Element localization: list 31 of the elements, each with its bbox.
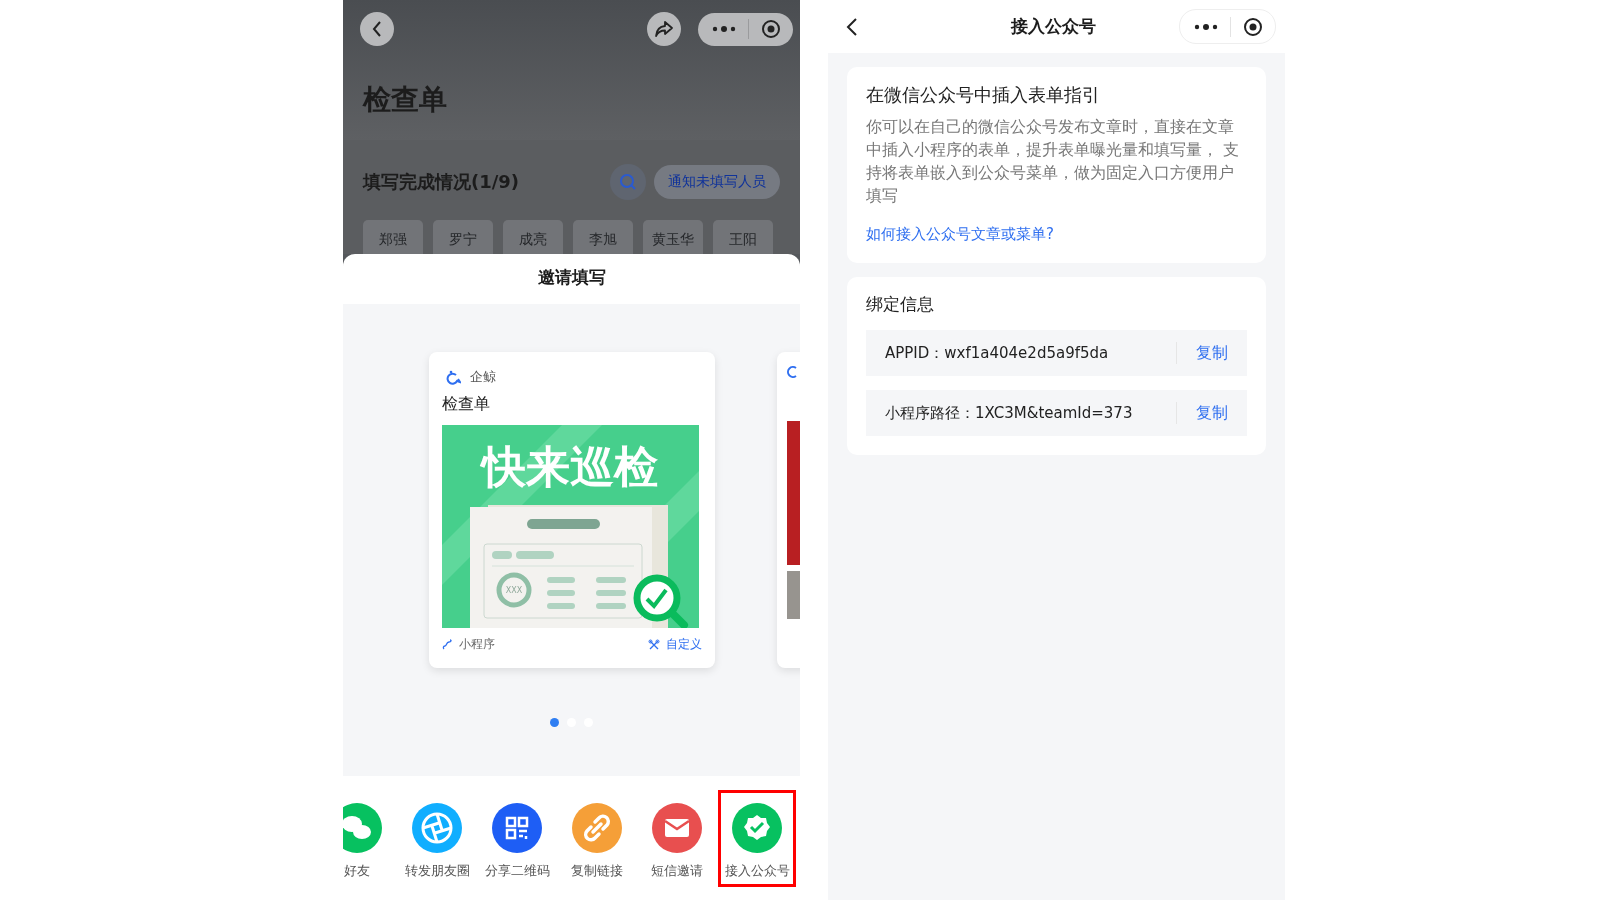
progress-title: 填写完成情况(1/9) bbox=[363, 170, 520, 194]
share-option[interactable]: 复制链接 bbox=[558, 790, 636, 887]
binding-title: 绑定信息 bbox=[866, 293, 935, 316]
share-option[interactable]: 转发朋友圈 bbox=[398, 790, 476, 887]
card-title: 检查单 bbox=[442, 394, 491, 415]
guide-title: 在微信公众号中插入表单指引 bbox=[866, 83, 1101, 107]
type-label: 小程序 bbox=[459, 636, 495, 653]
share-option[interactable]: 分享二维码 bbox=[478, 790, 556, 887]
customize-link[interactable]: 自定义 bbox=[666, 636, 702, 653]
member-chip[interactable]: 郑强 bbox=[363, 220, 423, 254]
sheet-title: 邀请填写 bbox=[536, 266, 607, 289]
binding-value: APPID：wxf1a404e2d5a9f5da bbox=[885, 343, 1110, 363]
copy-button[interactable]: 复制 bbox=[1196, 402, 1228, 424]
help-link[interactable]: 如何接入公众号文章或菜单? bbox=[866, 225, 1247, 244]
notify-button[interactable]: 通知未填写人员 bbox=[654, 165, 780, 199]
nav-title: 接入公众号 bbox=[1009, 15, 1097, 38]
brand-name: 企鲸 bbox=[470, 368, 496, 386]
share-option[interactable]: 好友 bbox=[343, 790, 396, 887]
guide-text: 你可以在自己的微信公众号发布文章时，直接在文章中插入小程序的表单，提升表单曝光量和填写量， 支持将表单嵌入到公众号菜单，做为固定入口方便用户填写 bbox=[866, 116, 1241, 207]
binding-value: 小程序路径：1XC3M&teamId=373 bbox=[885, 403, 1134, 423]
inspection-poster-drawing: 快来巡检 XXX bbox=[442, 425, 699, 628]
share-card[interactable]: 企鲸 检查单 快来巡检 XXX 小程序 自定义 bbox=[429, 352, 715, 668]
copy-button[interactable]: 复制 bbox=[1196, 342, 1228, 364]
share-option[interactable]: 接入公众号 bbox=[718, 790, 796, 887]
member-chip[interactable]: 罗宁 bbox=[433, 220, 493, 254]
member-chip[interactable]: 李旭 bbox=[573, 220, 633, 254]
share-option[interactable]: 短信邀请 bbox=[638, 790, 716, 887]
page-title: 检查单 bbox=[361, 82, 448, 118]
member-chip[interactable]: 成亮 bbox=[503, 220, 563, 254]
member-chip[interactable]: 黄玉华 bbox=[643, 220, 703, 254]
member-chip[interactable]: 王阳 bbox=[713, 220, 773, 254]
